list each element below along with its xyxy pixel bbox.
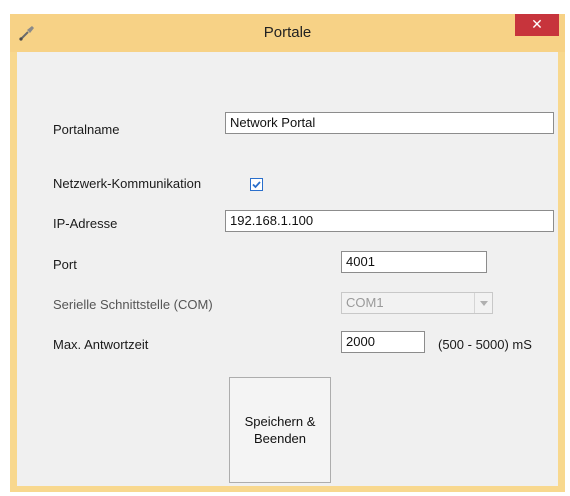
title-bar[interactable]: Portale ✕ (10, 14, 565, 52)
serial-port-label: Serielle Schnittstelle (COM) (53, 297, 213, 312)
max-response-range-hint: (500 - 5000) mS (438, 337, 532, 352)
window-title: Portale (263, 24, 312, 41)
network-communication-checkbox[interactable] (250, 178, 263, 191)
dropdown-arrow-icon (474, 293, 492, 313)
network-communication-label: Netzwerk-Kommunikation (53, 176, 202, 191)
ip-address-label: IP-Adresse (53, 216, 118, 231)
serial-port-select: COM1 (341, 292, 493, 314)
ip-address-input[interactable]: 192.168.1.100 (225, 210, 554, 232)
portal-dialog-window: Portale ✕ Portalname Network Portal Netz… (10, 14, 565, 492)
close-button[interactable]: ✕ (515, 14, 559, 36)
close-icon: ✕ (531, 16, 543, 32)
serial-port-value: COM1 (346, 295, 384, 310)
checkmark-icon (252, 181, 261, 189)
max-response-label: Max. Antwortzeit (53, 337, 149, 352)
save-and-close-button[interactable]: Speichern & Beenden (229, 377, 331, 483)
port-label: Port (53, 257, 77, 272)
dialog-body: Portalname Network Portal Netzwerk-Kommu… (17, 52, 558, 486)
port-input[interactable]: 4001 (341, 251, 487, 273)
portal-name-label: Portalname (53, 122, 120, 137)
max-response-input[interactable]: 2000 (341, 331, 425, 353)
portal-name-input[interactable]: Network Portal (225, 112, 554, 134)
